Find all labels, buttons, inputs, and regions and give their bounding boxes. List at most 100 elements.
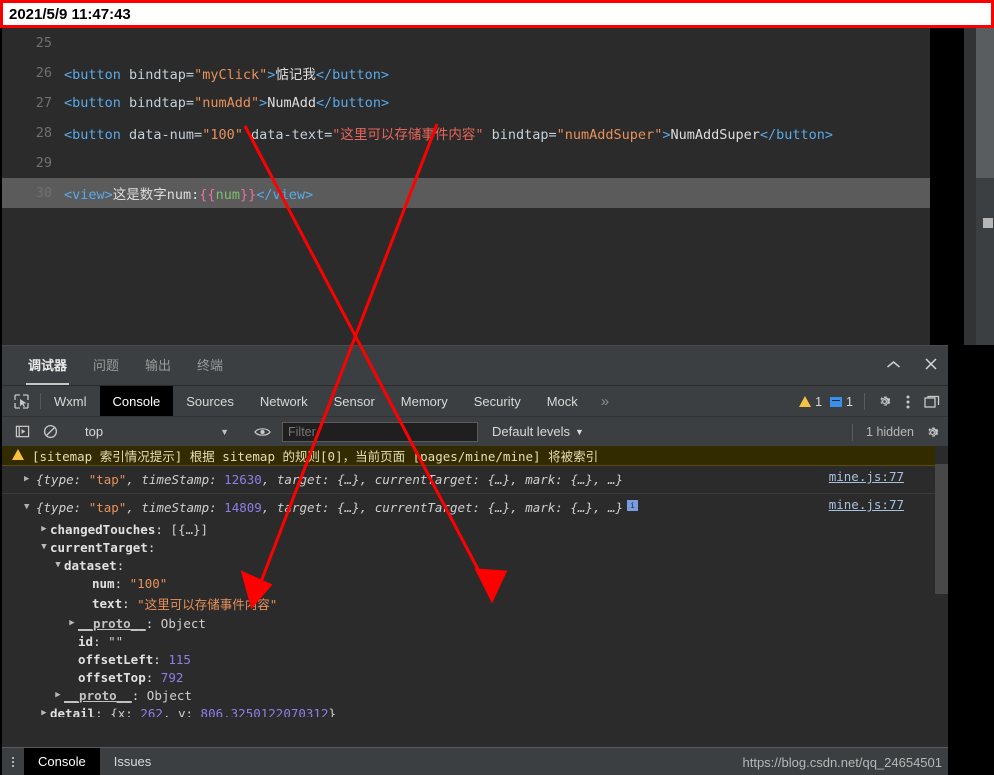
tree-row[interactable]: ▼ currentTarget: bbox=[2, 538, 948, 556]
tree-separator: : bbox=[93, 633, 109, 649]
clear-console-icon[interactable] bbox=[36, 417, 64, 447]
console-toolbar-right: 1 hidden bbox=[845, 417, 944, 447]
close-icon[interactable] bbox=[922, 357, 940, 374]
tree-key: offsetTop bbox=[78, 669, 146, 685]
message-icon bbox=[830, 396, 843, 407]
devtools-tab-network[interactable]: Network bbox=[247, 386, 321, 416]
tree-separator: : bbox=[155, 521, 171, 537]
chevron-up-icon[interactable] bbox=[884, 358, 902, 373]
dock-tab-2[interactable]: 输出 bbox=[145, 355, 171, 376]
code-line[interactable]: 26 <button bindtap="myClick">惦记我</button> bbox=[2, 58, 930, 88]
editor-scrollbar[interactable] bbox=[976, 28, 994, 345]
entry2-post: , target: {…}, currentTarget: {…}, mark:… bbox=[261, 500, 624, 515]
entry2-mid: , timeStamp: bbox=[126, 500, 225, 515]
tree-separator: : bbox=[116, 557, 125, 573]
drawer-tabs-host: Console Issues bbox=[24, 747, 166, 775]
code-line[interactable]: 27 <button bindtap="numAdd">NumAdd</butto… bbox=[2, 88, 930, 118]
warning-triangle-icon bbox=[799, 396, 812, 407]
expand-triangle-icon[interactable]: ▶ bbox=[38, 708, 50, 717]
watermark-url: https://blog.csdn.net/qq_24654501 bbox=[742, 754, 943, 770]
console-scrollbar-thumb[interactable] bbox=[935, 464, 948, 594]
code-line[interactable]: 30 <view>这是数字num:{{num}}</view> bbox=[2, 178, 930, 208]
devtools-tabbar: Wxml Console Sources Network Sensor Memory Sec… bbox=[2, 385, 948, 416]
expand-triangle-icon[interactable]: ▶ bbox=[38, 524, 50, 534]
tree-row[interactable]: ▶ __proto__: Object bbox=[2, 686, 948, 704]
drawer-tab-issues[interactable]: Issues bbox=[100, 748, 166, 775]
code-line[interactable]: 25 bbox=[2, 28, 930, 58]
code-editor[interactable]: 25 26 <button bindtap="myClick">惦记我</butto… bbox=[2, 28, 930, 345]
entry2-pre: {type: bbox=[36, 500, 89, 515]
tree-row[interactable]: num: "100" bbox=[2, 574, 948, 592]
line-number: 26 bbox=[35, 65, 52, 81]
tree-key: __proto__ bbox=[78, 615, 146, 631]
code-token: {{ bbox=[199, 187, 216, 203]
code-token: > bbox=[259, 95, 268, 111]
tree-row[interactable]: ▶ changedTouches: [{…}] bbox=[2, 520, 948, 538]
devtools-tab-mock[interactable]: Mock bbox=[534, 386, 591, 416]
tree-row[interactable]: ▶ detail: {x: 262, y: 806.3250122070312} bbox=[2, 704, 948, 718]
expand-triangle-icon[interactable]: ▶ bbox=[52, 690, 64, 700]
drawer-tab-console[interactable]: Console bbox=[24, 747, 100, 775]
execute-icon[interactable] bbox=[8, 417, 36, 447]
tree-row[interactable]: id: "" bbox=[2, 632, 948, 650]
code-line[interactable]: 29 bbox=[2, 148, 930, 178]
filter-input[interactable] bbox=[282, 421, 478, 442]
dock-tab-3[interactable]: 终端 bbox=[197, 355, 223, 376]
devtools-tab-sensor[interactable]: Sensor bbox=[321, 386, 388, 416]
tree-row[interactable]: text: "这里可以存储事件内容" bbox=[2, 592, 948, 614]
line-number: 25 bbox=[35, 35, 52, 51]
code-line-content: <button bindtap="numAdd">NumAdd</button> bbox=[64, 95, 389, 111]
code-line[interactable]: 28 <button data-num="100" data-text="这里可以… bbox=[2, 118, 930, 148]
drawer-menu-icon[interactable] bbox=[2, 756, 24, 767]
expand-triangle-icon[interactable]: ▶ bbox=[66, 618, 78, 628]
console-warning-row[interactable]: [sitemap 索引情况提示] 根据 sitemap 的规则[0]，当前页面 … bbox=[2, 446, 948, 466]
devtools-tab-console[interactable]: Console bbox=[99, 386, 174, 416]
console-scrollbar[interactable] bbox=[935, 446, 948, 717]
more-tabs-icon[interactable]: » bbox=[591, 386, 619, 416]
more-vertical-icon[interactable] bbox=[896, 386, 920, 417]
console-log-area[interactable]: [sitemap 索引情况提示] 根据 sitemap 的规则[0]，当前页面 … bbox=[2, 446, 948, 717]
log-levels-select[interactable]: Default levels ▼ bbox=[492, 424, 584, 439]
tree-row[interactable]: ▶ __proto__: Object bbox=[2, 614, 948, 632]
source-link[interactable]: mine.js:77 bbox=[829, 469, 904, 484]
message-count: 1 bbox=[846, 394, 853, 409]
dock-panel-icon[interactable] bbox=[920, 386, 944, 417]
inspect-element-icon[interactable] bbox=[2, 386, 40, 416]
execution-context-select[interactable]: top ▼ bbox=[73, 424, 243, 439]
code-token: <button bbox=[64, 67, 130, 83]
devtools-tabbar-right: 1 1 bbox=[795, 386, 944, 417]
live-expression-icon[interactable] bbox=[248, 417, 276, 447]
collapse-triangle-icon[interactable]: ▼ bbox=[24, 502, 34, 512]
tree-value: "这里可以存储事件内容" bbox=[137, 596, 278, 612]
tree-separator: : bbox=[153, 651, 169, 667]
gear-icon-2[interactable] bbox=[920, 417, 944, 448]
console-entry-row[interactable]: ▶ {type: "tap" , timeStamp: 12630 , targ… bbox=[2, 466, 948, 494]
console-entry-preview-2[interactable]: ▼ {type: "tap" , timeStamp: 14809 , targ… bbox=[2, 497, 948, 518]
source-link-2[interactable]: mine.js:77 bbox=[829, 497, 904, 512]
info-badge-icon[interactable]: i bbox=[627, 500, 639, 511]
devtools-tab-security[interactable]: Security bbox=[461, 386, 534, 416]
message-counter[interactable]: 1 bbox=[826, 395, 857, 409]
console-entry-preview[interactable]: ▶ {type: "tap" , timeStamp: 12630 , targ… bbox=[2, 469, 948, 490]
console-entry-row-expanded[interactable]: ▼ {type: "tap" , timeStamp: 14809 , targ… bbox=[2, 494, 948, 717]
hidden-messages-count[interactable]: 1 hidden bbox=[860, 425, 920, 439]
expand-triangle-icon[interactable]: ▶ bbox=[24, 474, 34, 484]
tabbar-divider-2 bbox=[864, 393, 865, 410]
detail-open: {x: bbox=[110, 705, 141, 718]
collapse-triangle-icon[interactable]: ▼ bbox=[38, 542, 50, 552]
dock-tabs-host: 调试器 问题 输出 终端 bbox=[25, 355, 249, 385]
tree-row[interactable]: offsetTop: 792 bbox=[2, 668, 948, 686]
tree-row[interactable]: ▼ dataset: bbox=[2, 556, 948, 574]
devtools-tab-wxml[interactable]: Wxml bbox=[41, 386, 100, 416]
collapse-triangle-icon[interactable]: ▼ bbox=[52, 560, 64, 570]
devtools-tab-sources[interactable]: Sources bbox=[173, 386, 247, 416]
dock-tab-1[interactable]: 问题 bbox=[93, 355, 119, 376]
devtools-tab-memory[interactable]: Memory bbox=[388, 386, 461, 416]
tree-row[interactable]: offsetLeft: 115 bbox=[2, 650, 948, 668]
warning-counter[interactable]: 1 bbox=[795, 395, 826, 409]
editor-scrollbar-thumb[interactable] bbox=[976, 28, 994, 178]
code-token: data-num= bbox=[129, 127, 203, 143]
gear-icon[interactable] bbox=[872, 386, 896, 417]
code-token: bindtap= bbox=[483, 127, 557, 143]
dock-tab-0[interactable]: 调试器 bbox=[25, 355, 70, 385]
